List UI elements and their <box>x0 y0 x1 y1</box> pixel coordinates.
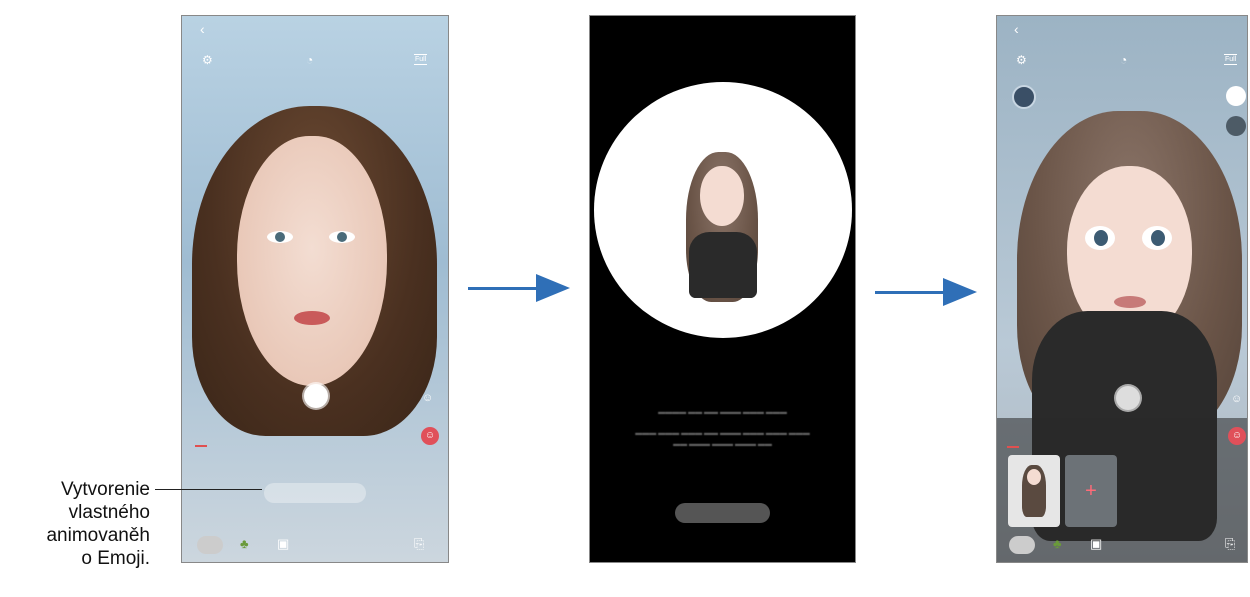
gallery-settings-icon[interactable]: ▣ <box>1090 536 1102 552</box>
done-button[interactable] <box>675 503 770 523</box>
mode-toggle[interactable] <box>1012 85 1036 109</box>
gear-icon[interactable]: ⚙ <box>202 54 213 66</box>
left-eye <box>267 231 293 243</box>
avatar-mode-icon[interactable] <box>1226 86 1246 106</box>
screen-ar-emoji: ‹ ⚙ ◔ Full ☺ ☺ + ♣ ▣ ⎘ <box>996 15 1248 563</box>
share-icon[interactable]: ⎘ <box>1225 536 1235 552</box>
avatar-body <box>689 232 757 298</box>
tab-indicator <box>195 445 207 447</box>
emoji-preview-circle <box>594 82 852 338</box>
my-emoji-thumbnail[interactable] <box>1008 455 1060 527</box>
full-ratio-button[interactable]: Full <box>414 54 428 65</box>
shutter-button[interactable] <box>1116 386 1140 410</box>
arrow-2-head <box>943 278 977 306</box>
emoji-face-icon[interactable]: ☺ <box>422 393 433 404</box>
callout-line-2: vlastného <box>68 502 150 523</box>
bottom-bar: ♣ ▣ ⎘ <box>182 536 448 562</box>
back-icon[interactable]: ‹ <box>200 22 205 36</box>
info-body-blur: ▬▬▬ ▬▬▬ ▬▬▬ ▬▬ ▬▬▬ ▬▬▬ ▬▬▬ ▬▬▬ <box>635 430 810 437</box>
info-title-blur: ▬▬▬▬ ▬▬ ▬▬ ▬▬▬ ▬▬▬ ▬▬▬ <box>658 409 787 416</box>
my-emoji-tab-icon[interactable] <box>1009 536 1035 554</box>
dino-sticker-icon[interactable]: ♣ <box>240 536 249 551</box>
mask-mode-icon[interactable] <box>1226 116 1246 136</box>
screen-camera-face: ‹ ⚙ ◔ Full ☺ ☺ ♣ ▣ ⎘ <box>181 15 449 563</box>
screen-emoji-created: ▬▬▬▬ ▬▬ ▬▬ ▬▬▬ ▬▬▬ ▬▬▬ ▬▬▬ ▬▬▬ ▬▬▬ ▬▬ ▬▬… <box>589 15 856 563</box>
gear-icon[interactable]: ⚙ <box>1016 54 1027 66</box>
callout-line-3: animovaněh <box>46 525 150 546</box>
lips <box>294 311 330 325</box>
create-emoji-icon[interactable]: ☺ <box>1228 427 1246 445</box>
right-eye <box>329 231 355 243</box>
face-photo <box>237 136 387 386</box>
info-body-blur-2: ▬▬ ▬▬▬ ▬▬▬ ▬▬▬ ▬▬ <box>673 441 772 448</box>
add-emoji-button[interactable]: + <box>1065 455 1117 527</box>
full-ratio-button[interactable]: Full <box>1224 54 1238 65</box>
my-emoji-tab-icon[interactable] <box>197 536 223 554</box>
shutter-button[interactable] <box>304 384 328 408</box>
timer-off-icon[interactable]: ◔ <box>1120 54 1127 66</box>
arrow-1-head <box>536 274 570 302</box>
create-emoji-icon[interactable]: ☺ <box>421 427 439 445</box>
tab-indicator <box>1007 446 1019 448</box>
arrow-2-line <box>875 291 945 294</box>
arrow-1-line <box>468 287 538 290</box>
share-icon[interactable]: ⎘ <box>414 536 424 552</box>
emoji-face-icon[interactable]: ☺ <box>1231 394 1242 405</box>
bottom-bar: ♣ ▣ ⎘ <box>997 536 1247 562</box>
back-icon[interactable]: ‹ <box>1014 22 1019 36</box>
gallery-settings-icon[interactable]: ▣ <box>277 536 289 552</box>
callout-line-4: o Emoji. <box>81 548 150 569</box>
timer-off-icon[interactable]: ◔ <box>306 54 313 66</box>
avatar-face <box>700 166 744 226</box>
callout-leader-line <box>155 489 262 490</box>
callout-label: Vytvorenie vlastného animovaněh o Emoji. <box>20 478 150 570</box>
create-my-emoji-button[interactable] <box>264 483 366 503</box>
dino-sticker-icon[interactable]: ♣ <box>1053 536 1062 551</box>
callout-line-1: Vytvorenie <box>60 479 150 500</box>
